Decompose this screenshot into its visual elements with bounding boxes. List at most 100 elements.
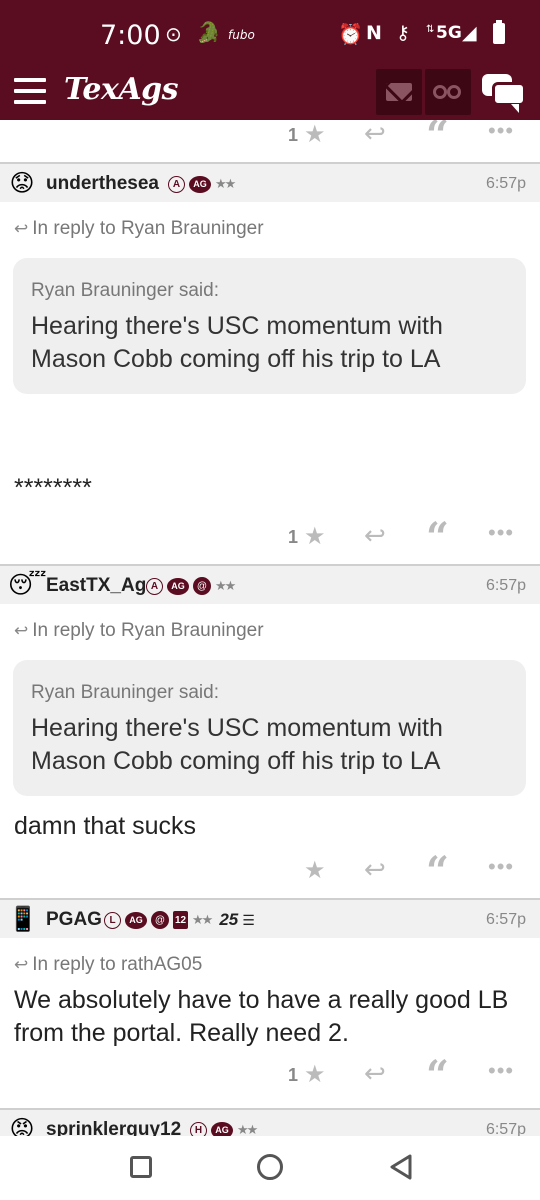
username[interactable]: PGAG [46, 909, 102, 931]
mobile-phone-icon[interactable]: 📱 [8, 906, 38, 934]
quote-icon[interactable]: “ [426, 514, 449, 561]
binoculars-button[interactable] [425, 69, 471, 115]
reply-to-text: In reply to rathAG05 [32, 954, 203, 975]
angry-face-icon[interactable]: 😡 [8, 1116, 36, 1136]
quote-box: Ryan Brauninger said: Hearing there's US… [13, 660, 526, 796]
reply-arrow-icon: ↩ [14, 955, 29, 974]
post-time: 6:57p [485, 911, 526, 928]
signal-icon: ◢ [462, 22, 477, 44]
texags-logo[interactable]: TexAgs [64, 72, 179, 107]
reply-to-line[interactable]: ↩ In reply to Ryan Brauninger [14, 620, 264, 642]
star-icon[interactable]: ★ [304, 522, 326, 551]
badge-l: L [104, 911, 121, 929]
quote-text: Hearing there's USC momentum with Mason … [31, 714, 443, 775]
quote-text: Hearing there's USC momentum with Mason … [31, 312, 443, 373]
network-label: 5G [436, 23, 462, 43]
nfc-icon: Ν [366, 22, 382, 44]
hamburger-menu-icon[interactable] [14, 78, 46, 104]
post-header: 😴 EastTX_Ag A AG @ ★★ 6:57p [0, 564, 540, 604]
reply-to-text: In reply to Ryan Brauninger [32, 218, 264, 239]
like-count: 1 [288, 125, 299, 145]
post-underthesea: 😟 underthesea A AG ★★ 6:57p ↩ In reply to… [0, 162, 540, 564]
back-icon[interactable] [386, 1152, 416, 1182]
thread-content[interactable]: 1 ★ ↩ “ ••• 😟 underthesea A AG ★★ 6:57p … [0, 120, 540, 1136]
app-icon: 🐊 [196, 20, 221, 44]
username[interactable]: underthesea [46, 173, 159, 195]
star-icon[interactable]: ★ [304, 120, 326, 149]
reply-to-line[interactable]: ↩ In reply to Ryan Brauninger [14, 218, 264, 240]
reply-to-text: In reply to Ryan Brauninger [32, 620, 264, 641]
post-pgag: 📱 PGAG L AG @ 12 ★★ 25 ☰ 6:57p ↩ In reply… [0, 898, 540, 1108]
data-arrows-icon: ⇅ [426, 24, 435, 35]
reply-icon[interactable]: ↩ [364, 854, 386, 885]
badge-ag: AG [167, 577, 189, 595]
quote-icon[interactable]: “ [426, 848, 449, 895]
post-sprinklerguy12: 😡 sprinklerguy12 H AG ★★ 6:57p [0, 1108, 540, 1136]
like-count: 1 [288, 1065, 299, 1085]
post-time: 6:57p [485, 1121, 526, 1136]
system-navigation-bar [0, 1136, 540, 1200]
username[interactable]: EastTX_Ag [46, 575, 146, 597]
key-icon: ⚷ [396, 22, 410, 44]
user-badges: A AG ★★ [168, 174, 236, 194]
post-body: We absolutely have to have a really good… [14, 986, 509, 1047]
rating-stars: ★★ [215, 578, 236, 593]
screen-record-icon: ⊙ [165, 22, 182, 46]
battery-icon [493, 20, 505, 49]
more-icon[interactable]: ••• [488, 1058, 514, 1084]
home-icon[interactable] [257, 1154, 283, 1180]
rating-stars: ★★ [237, 1122, 258, 1136]
post-header: 😡 sprinklerguy12 H AG ★★ 6:57p [0, 1108, 540, 1136]
more-icon[interactable]: ••• [488, 854, 514, 880]
rating-stars: ★★ [192, 912, 213, 927]
reply-arrow-icon: ↩ [14, 219, 29, 238]
quote-icon[interactable]: “ [426, 120, 449, 159]
more-icon[interactable]: ••• [488, 120, 514, 144]
badge-ag: AG [189, 175, 211, 193]
badge-25: 25 [219, 910, 239, 929]
lines-icon: ☰ [242, 911, 254, 928]
carrier-label: fubo [228, 28, 255, 42]
post-actions: 1 ★ ↩ “ ••• [0, 514, 540, 561]
badge-12: 12 [173, 911, 188, 929]
sleeping-face-icon[interactable]: 😴 [8, 572, 47, 600]
star-icon[interactable]: ★ [304, 1060, 326, 1089]
star-icon[interactable]: ★ [304, 856, 326, 885]
post-time: 6:57p [485, 577, 526, 594]
mail-button[interactable] [376, 69, 422, 115]
status-time: 7:00 [100, 20, 161, 51]
post-body: damn that sucks [14, 812, 197, 840]
badge-a: A [168, 175, 185, 193]
reply-icon[interactable]: ↩ [364, 1058, 386, 1089]
post-body: ******** [14, 474, 92, 502]
username[interactable]: sprinklerguy12 [46, 1119, 181, 1136]
quote-box: Ryan Brauninger said: Hearing there's US… [13, 258, 526, 394]
post-header: 😟 underthesea A AG ★★ 6:57p [0, 162, 540, 202]
alarm-icon: ⏰ [338, 22, 363, 46]
reply-icon[interactable]: ↩ [364, 120, 386, 149]
status-bar: 7:00 ⊙ 🐊 fubo ⏰ Ν ⚷ ⇅ 5G ◢ [0, 0, 540, 64]
badge-ag: AG [211, 1121, 233, 1136]
quote-icon[interactable]: “ [426, 1052, 449, 1099]
app-header: TexAgs [0, 64, 540, 120]
post-time: 6:57p [485, 175, 526, 192]
post-actions: 1 ★ ↩ “ ••• [0, 120, 540, 159]
recent-apps-icon[interactable] [130, 1156, 152, 1178]
binoculars-icon [433, 85, 463, 101]
user-badges: L AG @ 12 ★★ 25 ☰ [104, 910, 255, 930]
reply-icon[interactable]: ↩ [364, 520, 386, 551]
post-easttx-ag: 😴 EastTX_Ag A AG @ ★★ 6:57p ↩ In reply to… [0, 564, 540, 898]
swirl-badge-icon: @ [151, 911, 169, 929]
mail-icon [386, 83, 412, 101]
badge-a: A [146, 577, 163, 595]
user-badges: H AG ★★ [190, 1120, 258, 1136]
reply-to-line[interactable]: ↩ In reply to rathAG05 [14, 954, 202, 976]
quote-author: Ryan Brauninger said: [31, 280, 219, 301]
post-actions: 1 ★ ↩ “ ••• [0, 1052, 540, 1099]
chat-icon[interactable] [482, 74, 526, 113]
badge-h: H [190, 1121, 207, 1136]
quote-author: Ryan Brauninger said: [31, 682, 219, 703]
post-header: 📱 PGAG L AG @ 12 ★★ 25 ☰ 6:57p [0, 898, 540, 938]
more-icon[interactable]: ••• [488, 520, 514, 546]
worried-face-icon[interactable]: 😟 [8, 170, 36, 198]
